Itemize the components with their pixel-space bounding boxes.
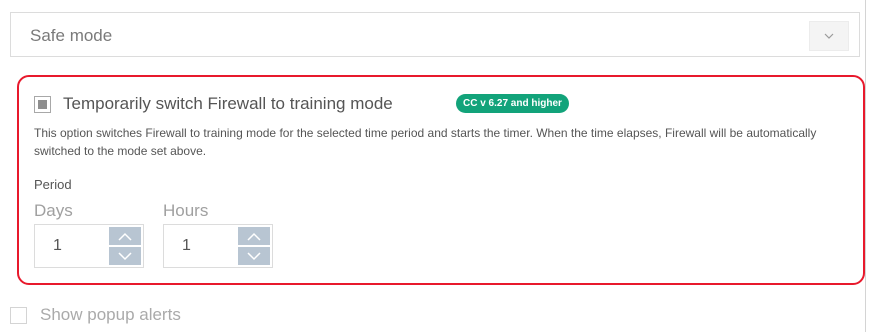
days-value[interactable]: 1	[53, 237, 62, 255]
chevron-up-icon	[118, 232, 132, 241]
training-mode-label[interactable]: Temporarily switch Firewall to training …	[63, 94, 393, 114]
days-decrement-button[interactable]	[109, 247, 141, 265]
popup-alerts-label[interactable]: Show popup alerts	[40, 305, 181, 325]
hours-stepper[interactable]: 1	[163, 224, 273, 268]
days-label: Days	[34, 201, 73, 220]
training-mode-description: This option switches Firewall to trainin…	[34, 126, 817, 158]
version-badge: CC v 6.27 and higher	[456, 94, 569, 113]
mode-select-value: Safe mode	[30, 26, 113, 45]
checkbox-checked-mark	[38, 100, 47, 109]
hours-label: Hours	[163, 201, 209, 220]
hours-value[interactable]: 1	[182, 237, 191, 255]
chevron-down-icon	[247, 251, 261, 260]
panel-border	[865, 0, 866, 332]
popup-alerts-checkbox[interactable]	[10, 307, 27, 324]
mode-select[interactable]: Safe mode	[10, 12, 860, 57]
chevron-down-icon	[118, 251, 132, 260]
chevron-down-icon	[824, 33, 834, 39]
days-stepper[interactable]: 1	[34, 224, 144, 268]
training-mode-checkbox[interactable]	[34, 96, 51, 113]
hours-decrement-button[interactable]	[238, 247, 270, 265]
days-increment-button[interactable]	[109, 227, 141, 245]
chevron-up-icon	[247, 232, 261, 241]
dropdown-toggle-button[interactable]	[809, 21, 849, 51]
period-label: Period	[34, 177, 72, 192]
firewall-settings-panel: Safe mode Temporarily switch Firewall to…	[0, 0, 873, 332]
hours-increment-button[interactable]	[238, 227, 270, 245]
